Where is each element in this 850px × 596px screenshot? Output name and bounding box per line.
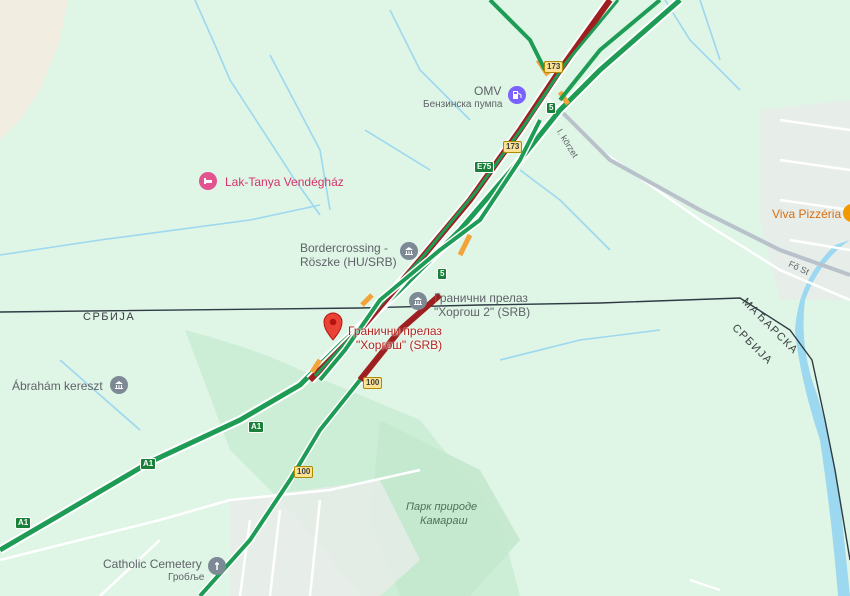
- poi-lak-tanya[interactable]: Lak-Tanya Vendégház: [225, 175, 344, 189]
- government-building-icon[interactable]: [409, 292, 427, 310]
- poi-bordercrossing-line1[interactable]: Bordercrossing -: [300, 241, 388, 255]
- poi-catholic-cemetery[interactable]: Catholic Cemetery: [103, 557, 202, 571]
- poi-granicni-2-line2[interactable]: "Хоргош 2" (SRB): [434, 305, 530, 319]
- cemetery-icon[interactable]: [208, 557, 226, 575]
- government-building-icon[interactable]: [400, 242, 418, 260]
- road-shield-a1: A1: [248, 421, 265, 433]
- poi-catholic-cemetery-sub: Гробље: [168, 572, 205, 583]
- gas-station-icon[interactable]: [508, 86, 526, 104]
- road-shield-a1: A1: [140, 458, 157, 470]
- hotel-icon[interactable]: [199, 172, 217, 190]
- road-shield-5: 5: [437, 268, 448, 280]
- park-label-line1: Парк природе: [406, 501, 478, 513]
- road-shield-a1: A1: [15, 517, 32, 529]
- road-shield-100: 100: [294, 466, 314, 478]
- poi-bordercrossing-line2[interactable]: Röszke (HU/SRB): [300, 255, 397, 269]
- road-shield-5: 5: [546, 102, 557, 114]
- landmark-icon[interactable]: [110, 376, 128, 394]
- selected-place-name-line2[interactable]: "Хоргош" (SRB): [356, 338, 442, 352]
- road-shield-100: 100: [363, 377, 383, 389]
- poi-viva-pizzeria[interactable]: Viva Pizzéria: [772, 207, 841, 221]
- poi-granicni-2-line1[interactable]: Гранични прелаз: [434, 291, 528, 305]
- road-shield-173: 173: [503, 141, 523, 153]
- poi-omv-name[interactable]: OMV: [474, 84, 501, 98]
- country-label-serbia: СРБИЈА: [83, 311, 136, 323]
- selected-place-name-line1[interactable]: Гранични прелаз: [348, 324, 442, 338]
- poi-omv-type: Бензинска пумпа: [423, 99, 503, 110]
- road-shield-e75: E75: [474, 161, 495, 173]
- park-label-line2: Камараш: [420, 515, 468, 527]
- road-shield-173: 173: [544, 61, 564, 73]
- poi-abraham-kereszt[interactable]: Ábrahám kereszt: [12, 379, 103, 393]
